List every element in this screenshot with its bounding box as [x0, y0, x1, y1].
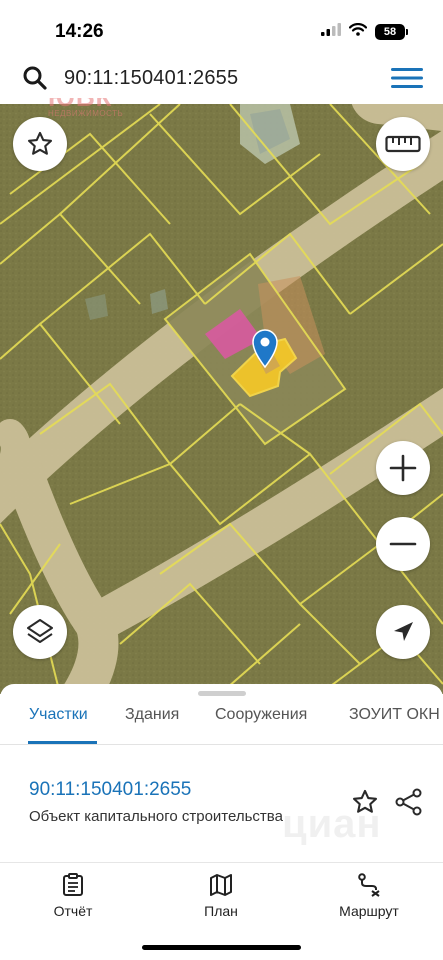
status-time: 14:26: [55, 21, 104, 42]
search-icon[interactable]: [6, 58, 64, 98]
tabs-divider: [0, 744, 443, 745]
nav-report-label: Отчёт: [53, 903, 93, 919]
location-arrow-icon: [394, 622, 413, 641]
status-bar: 14:26 58: [0, 0, 443, 58]
parcel-id-link[interactable]: 90:11:150401:2655: [29, 779, 191, 801]
menu-button[interactable]: [377, 58, 437, 98]
ruler-button[interactable]: [376, 117, 430, 171]
nav-route-label: Маршрут: [339, 903, 399, 919]
zoom-out-button[interactable]: [376, 517, 430, 571]
star-icon: [27, 131, 53, 155]
wifi-icon: [348, 23, 368, 41]
sheet-drag-handle[interactable]: [198, 691, 246, 696]
zoom-in-button[interactable]: [376, 441, 430, 495]
ruler-icon: [385, 135, 421, 153]
nav-plan[interactable]: План: [200, 873, 242, 919]
hamburger-icon: [391, 68, 423, 88]
search-bar[interactable]: 90:11:150401:2655: [6, 58, 437, 98]
route-icon: [358, 873, 380, 897]
report-icon: [63, 873, 83, 896]
cadastral-map[interactable]: [0, 104, 443, 694]
search-input[interactable]: 90:11:150401:2655: [64, 67, 377, 90]
tab-buildings[interactable]: Здания: [125, 706, 179, 724]
tab-zouit[interactable]: ЗОУИТ ОКН: [349, 706, 440, 724]
info-sheet: Участки Здания Сооружения ЗОУИТ ОКН циан…: [0, 684, 443, 862]
layers-button[interactable]: [13, 605, 67, 659]
share-icon: [395, 788, 422, 816]
map-icon: [210, 874, 232, 896]
share-button[interactable]: [392, 785, 426, 819]
bottom-navigation: Отчёт План Маршрут: [0, 862, 443, 960]
cellular-signal-icon: [321, 23, 341, 41]
nav-route[interactable]: Маршрут: [333, 873, 405, 919]
locate-button[interactable]: [376, 605, 430, 659]
minus-icon: [389, 542, 417, 546]
favorite-button[interactable]: [13, 117, 67, 171]
sheet-tabs: Участки Здания Сооружения ЗОУИТ ОКН: [0, 704, 443, 744]
favorite-parcel-button[interactable]: [348, 785, 382, 819]
watermark-subtitle: НЕДВИЖИМОСТЬ: [48, 109, 124, 118]
tab-structures[interactable]: Сооружения: [215, 706, 307, 724]
layers-icon: [27, 619, 53, 643]
tab-plots[interactable]: Участки: [29, 706, 88, 724]
home-indicator[interactable]: [142, 945, 301, 950]
nav-plan-label: План: [204, 903, 238, 919]
plus-icon: [389, 454, 417, 482]
status-indicators: 58: [321, 23, 408, 41]
battery-indicator: 58: [375, 24, 408, 40]
nav-report[interactable]: Отчёт: [50, 873, 96, 919]
map-canvas: [0, 104, 443, 694]
star-icon: [352, 789, 378, 813]
parcel-type: Объект капитального строительства: [29, 808, 283, 825]
